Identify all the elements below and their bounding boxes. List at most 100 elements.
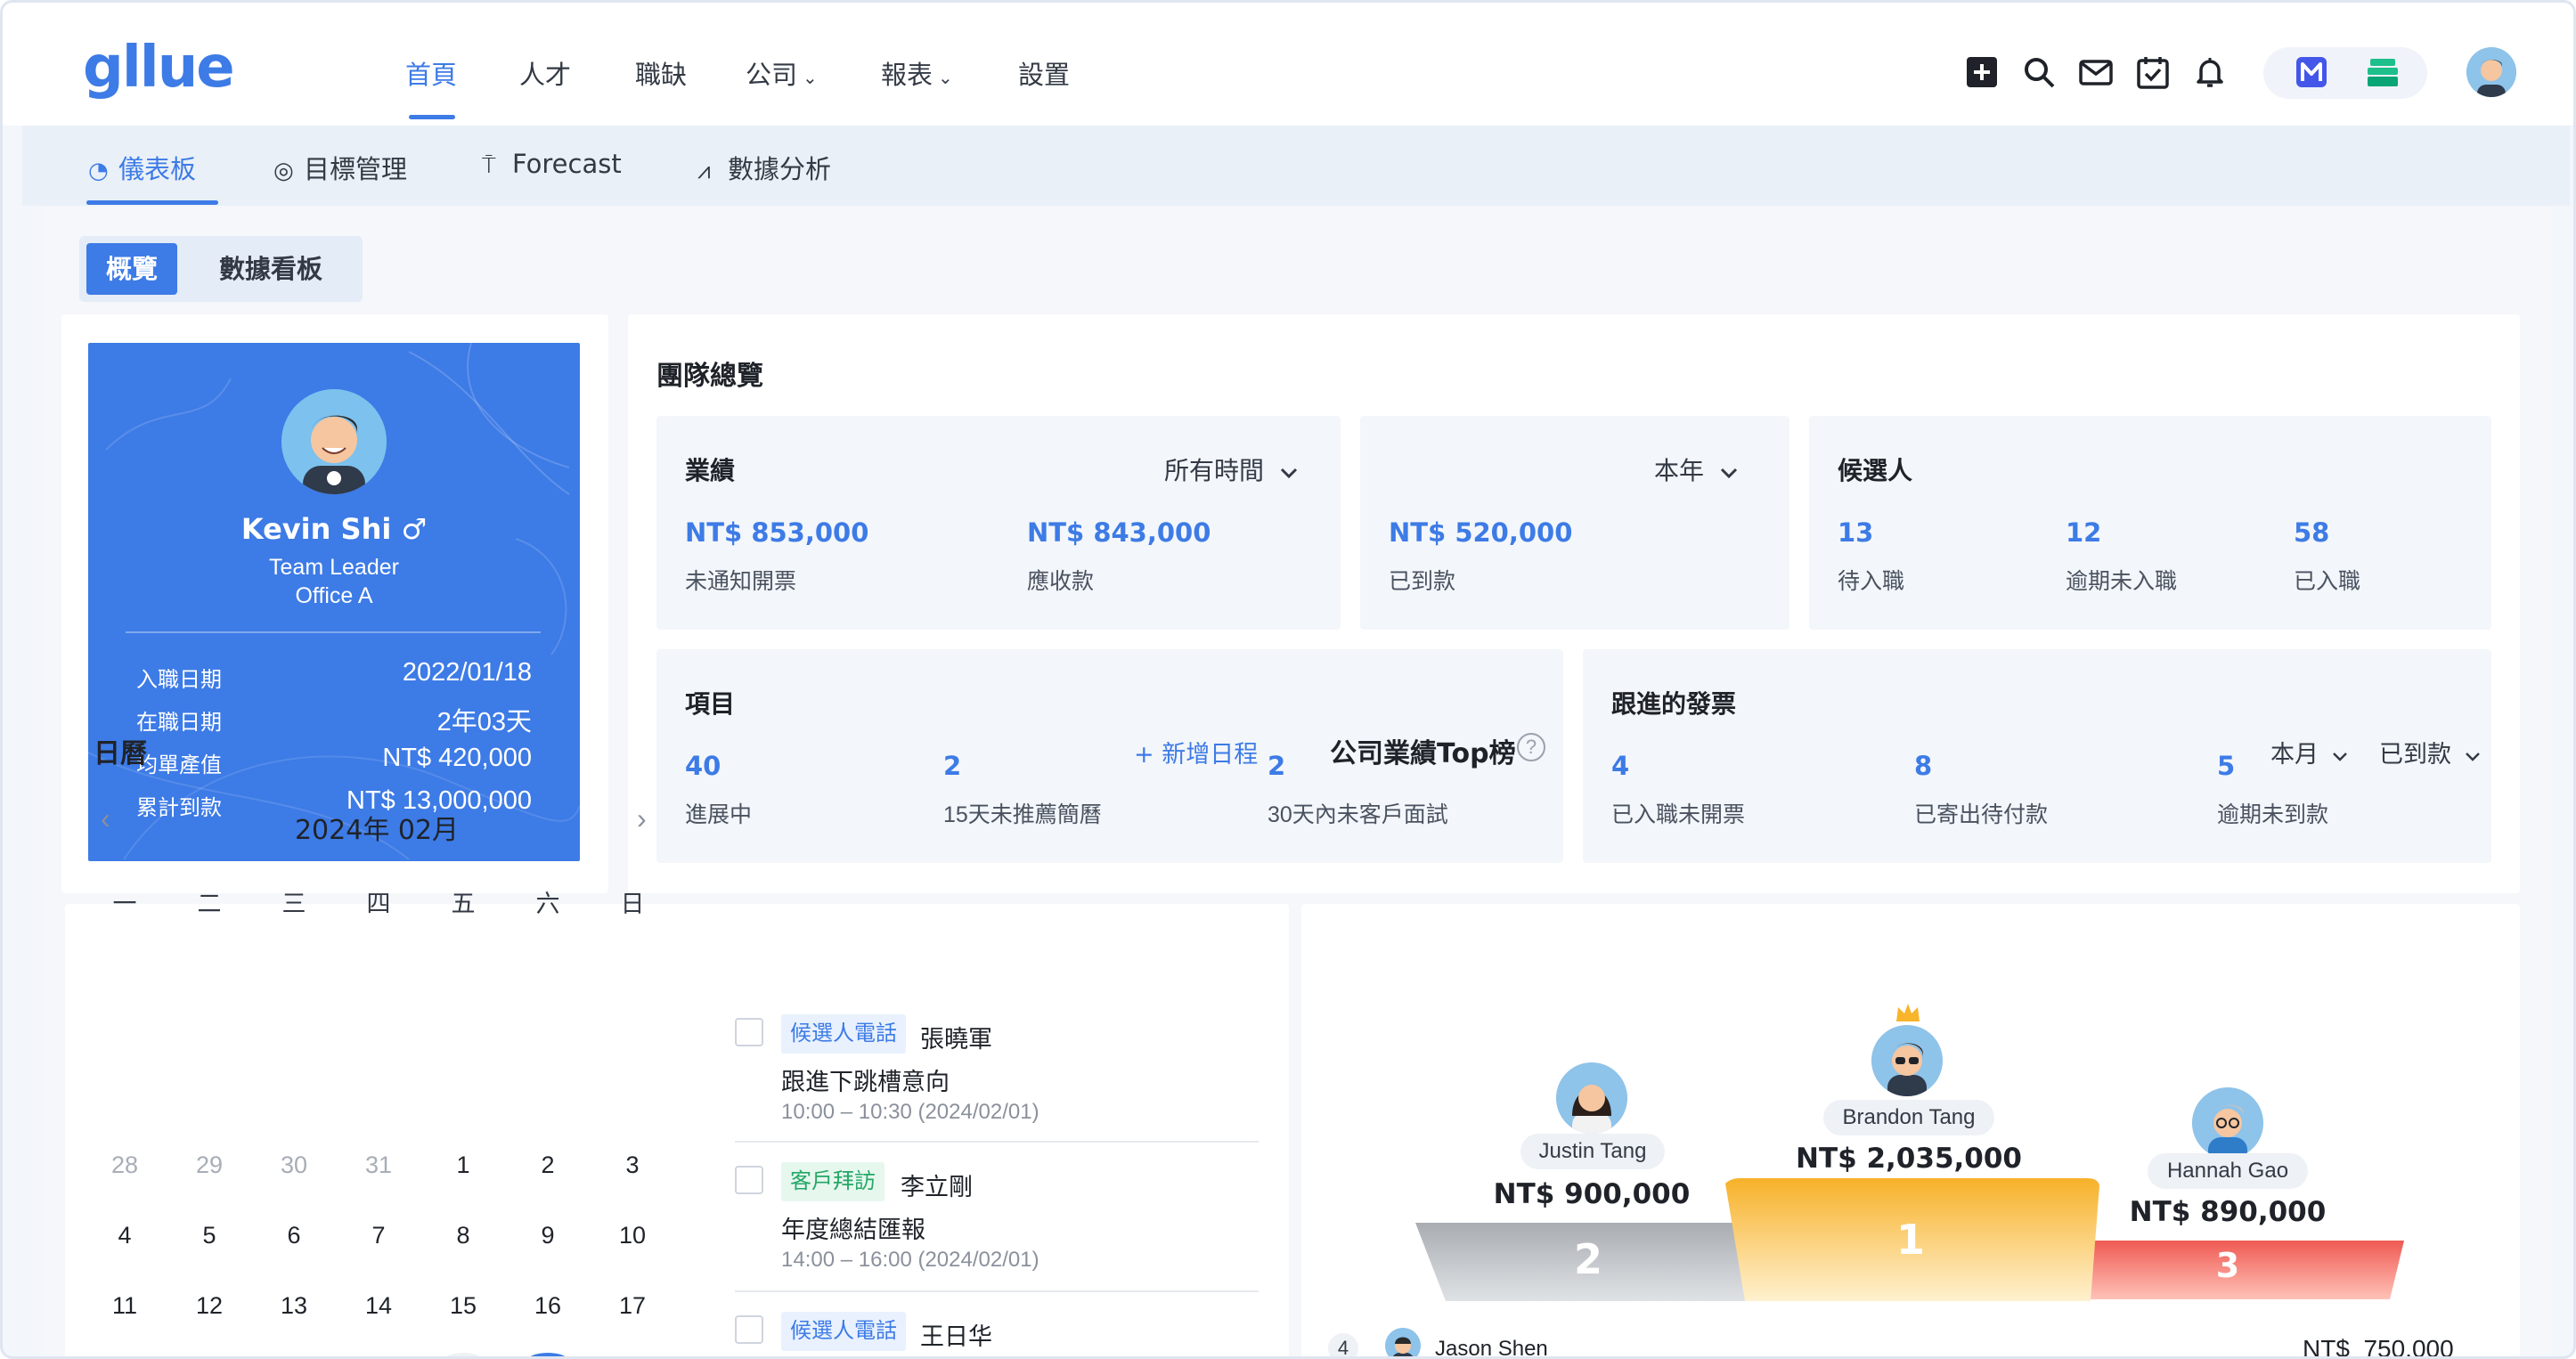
calendar-day[interactable]: 5 (183, 1222, 236, 1249)
tab-targets[interactable]: ◎ 目標管理 (273, 149, 407, 186)
received-period-label: 本年 (1654, 456, 1705, 485)
search-icon[interactable] (2021, 54, 2057, 90)
view-segment: 概覽 數據看板 (79, 236, 363, 302)
calendar-day[interactable]: 30 (267, 1151, 321, 1179)
stat-value[interactable]: 5 (2217, 751, 2235, 781)
invoices-title: 跟進的發票 (1611, 689, 1737, 719)
segment-data-board[interactable]: 數據看板 (186, 243, 355, 295)
weekday-label: 一 (112, 891, 137, 917)
performance-period-dropdown[interactable]: 所有時間 (1164, 452, 1299, 487)
nav-jobs[interactable]: 職缺 (635, 54, 687, 92)
calendar-day[interactable]: 17 (606, 1292, 659, 1320)
add-schedule-button[interactable]: + 新增日程 (1134, 735, 1258, 769)
gllue-logo[interactable]: gllue (83, 35, 235, 101)
help-icon[interactable]: ? (1517, 733, 1545, 761)
calendar-day[interactable]: 4 (98, 1222, 151, 1249)
invoices-box: 跟進的發票 4 已入職未開票 8 已寄出待付款 5 逾期未到款 (1583, 649, 2491, 863)
chevron-down-icon: ⌄ (803, 67, 818, 88)
first-place-name[interactable]: Brandon Tang (1823, 1100, 1994, 1135)
m-app-icon[interactable] (2294, 54, 2329, 90)
calendar-day[interactable]: 2 (521, 1151, 575, 1179)
add-icon[interactable] (1964, 54, 2000, 90)
profile-row: 入職日期 2022/01/18 (136, 658, 532, 694)
line-chart-icon: ⩘ (697, 158, 711, 184)
stat-value[interactable]: 2 (1268, 751, 1285, 781)
calendar-day[interactable]: 7 (352, 1222, 405, 1249)
nav-home[interactable]: 首頁 (405, 54, 457, 92)
tab-analytics[interactable]: ⩘ 數據分析 (697, 149, 831, 186)
list-person-name[interactable]: Jason Shen (1435, 1337, 1548, 1356)
stat-value[interactable]: NT$ 520,000 (1389, 517, 1572, 548)
calendar-day[interactable]: 14 (352, 1292, 405, 1320)
calendar-day[interactable]: 16 (521, 1292, 575, 1320)
calendar-day[interactable]: 10 (606, 1222, 659, 1249)
calendar-day[interactable]: 28 (98, 1151, 151, 1179)
calendar-day[interactable]: 31 (352, 1151, 405, 1179)
target-icon: ◎ (273, 158, 294, 184)
stat-value[interactable]: 2 (943, 751, 961, 781)
tab-forecast[interactable]: ⍑ Forecast (482, 149, 622, 180)
stat-label: 進展中 (685, 802, 753, 827)
calendar-day[interactable]: 11 (98, 1292, 151, 1320)
event-person[interactable]: 王日华 (920, 1317, 992, 1352)
received-period-dropdown[interactable]: 本年 (1654, 452, 1739, 487)
calendar-check-icon[interactable] (2135, 54, 2171, 90)
calendar-day[interactable]: 9 (521, 1222, 575, 1249)
stat-value[interactable]: 4 (1611, 751, 1629, 781)
profile-avatar (281, 389, 387, 494)
bell-icon[interactable] (2192, 54, 2228, 90)
profile-row-label: 入職日期 (136, 668, 222, 692)
stat-value[interactable]: NT$ 853,000 (685, 517, 868, 548)
calendar-day[interactable]: 12 (183, 1292, 236, 1320)
nav-reports[interactable]: 報表 ⌄ (881, 54, 953, 92)
stat-value[interactable]: 58 (2294, 517, 2329, 548)
calendar-day[interactable]: 13 (267, 1292, 321, 1320)
calendar-day[interactable]: 3 (606, 1151, 659, 1179)
stat-label: 應收款 (1027, 569, 1095, 594)
calendar-day[interactable]: 29 (183, 1151, 236, 1179)
event-checkbox[interactable] (735, 1166, 763, 1194)
event-checkbox[interactable] (735, 1018, 763, 1046)
calendar-day[interactable]: 1 (436, 1151, 490, 1179)
stat-value[interactable]: 8 (1914, 751, 1932, 781)
stat-value[interactable]: NT$ 843,000 (1027, 517, 1211, 548)
event-person[interactable]: 李立剛 (901, 1168, 973, 1202)
list-amount: NT$ 750,000 (2303, 1335, 2454, 1359)
calendar-day[interactable]: 8 (436, 1222, 490, 1249)
weekday-label: 五 (451, 891, 476, 917)
tab-dashboard[interactable]: ◔ 儀表板 (88, 149, 196, 186)
second-place-avatar (1556, 1062, 1627, 1134)
event-title[interactable]: 跟進下跳槽意向 (781, 1062, 950, 1097)
ranking-period-dropdown[interactable]: 本月 (2270, 735, 2348, 769)
subnav-active-indicator (86, 200, 218, 205)
third-place-name[interactable]: Hannah Gao (2148, 1153, 2308, 1189)
next-month-button[interactable]: › (637, 802, 647, 835)
chevron-down-icon (2465, 753, 2480, 761)
calendar-day[interactable]: 6 (267, 1222, 321, 1249)
stat-value[interactable]: 40 (685, 751, 721, 781)
nav-company-label: 公司 (746, 60, 798, 90)
user-avatar[interactable] (2466, 47, 2516, 97)
calendar-day[interactable]: 15 (436, 1292, 490, 1320)
event-divider (735, 1290, 1259, 1292)
segment-overview[interactable]: 概覽 (86, 243, 177, 295)
stat-value[interactable]: 12 (2066, 517, 2101, 548)
event-title[interactable]: 年度總結匯報 (781, 1210, 925, 1245)
tab-analytics-label: 數據分析 (728, 154, 832, 184)
nav-talent[interactable]: 人才 (519, 54, 571, 92)
nav-settings[interactable]: 設置 (1018, 54, 1070, 92)
prev-month-button[interactable]: ‹ (101, 802, 110, 835)
stack-app-icon[interactable] (2365, 54, 2401, 90)
profile-name: Kevin Shi ♂ (88, 512, 580, 546)
event-person[interactable]: 張曉軍 (920, 1020, 992, 1054)
stat-value[interactable]: 13 (1838, 517, 1873, 548)
profile-row: 均單產值 NT$ 420,000 (136, 744, 532, 779)
tab-targets-label: 目標管理 (304, 154, 408, 184)
candidates-box: 候選人 13 待入職 12 逾期未入職 58 已入職 (1809, 416, 2491, 630)
nav-company[interactable]: 公司 ⌄ (746, 54, 818, 92)
performance-box: 業績 所有時間 NT$ 853,000 未通知開票 NT$ 843,000 應收… (656, 416, 1341, 630)
ranking-type-dropdown[interactable]: 已到款 (2379, 735, 2481, 769)
second-place-name[interactable]: Justin Tang (1520, 1134, 1665, 1169)
event-checkbox[interactable] (735, 1315, 763, 1344)
mail-icon[interactable] (2078, 54, 2114, 90)
